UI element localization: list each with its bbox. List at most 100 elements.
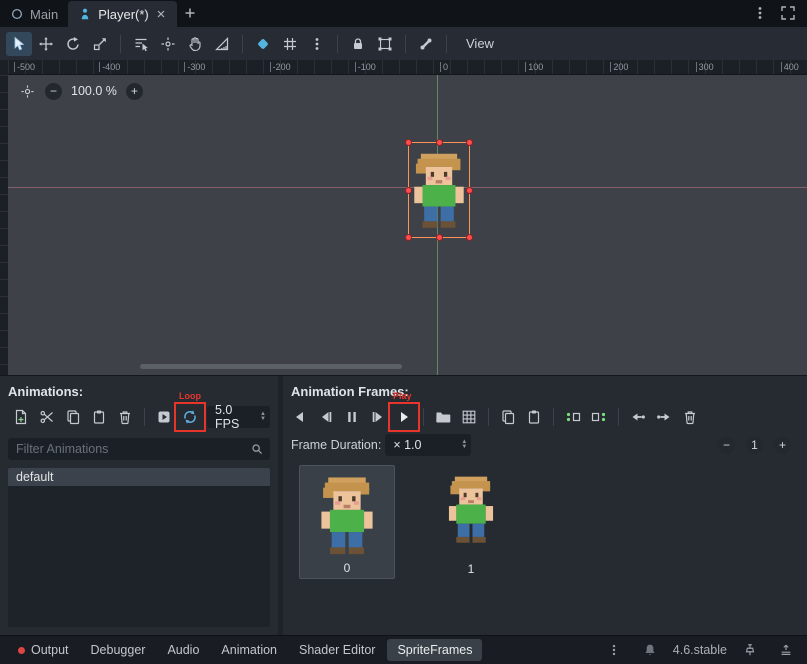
- statusbar-tab-output[interactable]: Output: [8, 639, 79, 661]
- play-from-start-button[interactable]: [365, 405, 391, 429]
- spinner-arrows[interactable]: ▲ ▼: [260, 412, 266, 422]
- ruler-tool-button[interactable]: [209, 32, 235, 56]
- move-frame-left-button[interactable]: [625, 405, 651, 429]
- toolbar-separator: [423, 408, 424, 426]
- tab-main[interactable]: Main: [0, 1, 68, 27]
- cut-animation-button[interactable]: [34, 405, 60, 429]
- spin-down-icon[interactable]: ▼: [260, 417, 266, 422]
- frames-strip: 01: [287, 465, 799, 579]
- annotation-label-play: Play: [393, 391, 412, 401]
- statusbar-tab-animation[interactable]: Animation: [211, 639, 287, 661]
- statusbar-tab-audio[interactable]: Audio: [157, 639, 209, 661]
- tab-player[interactable]: Player(*): [68, 1, 177, 27]
- lock-object-button[interactable]: [345, 32, 371, 56]
- animated-sprite-icon: [78, 7, 92, 21]
- animation-list[interactable]: default: [8, 468, 270, 627]
- play-backwards-button[interactable]: [287, 405, 313, 429]
- frame-duration-value: × 1.0: [393, 438, 421, 452]
- paste-animation-button[interactable]: [86, 405, 112, 429]
- canvas-toolbar: View: [0, 27, 807, 60]
- notifications-bell-icon[interactable]: [637, 638, 663, 662]
- add-frames-from-file-button[interactable]: [430, 405, 456, 429]
- ruler-corner: [0, 60, 8, 75]
- move-frame-right-button[interactable]: [651, 405, 677, 429]
- thumbnail-zoom-reset-button[interactable]: 1: [746, 437, 763, 454]
- thumbnail-zoom-out-button[interactable]: −: [718, 437, 735, 454]
- zoom-out-button[interactable]: −: [45, 83, 62, 100]
- pin-bottom-panel-icon[interactable]: [737, 638, 763, 662]
- filter-animations-input[interactable]: [8, 438, 270, 460]
- copy-animation-button[interactable]: [60, 405, 86, 429]
- close-tab-icon[interactable]: [155, 8, 167, 20]
- frame-duration-spinbox[interactable]: × 1.0 ▲ ▼: [385, 434, 471, 456]
- frame-tile[interactable]: 0: [299, 465, 395, 579]
- skeleton-options-button[interactable]: [413, 32, 439, 56]
- selection-handle[interactable]: [466, 187, 473, 194]
- insert-frame-after-button[interactable]: [586, 405, 612, 429]
- autoplay-on-load-button[interactable]: [151, 405, 177, 429]
- ruler-label: 200: [610, 62, 628, 72]
- viewport-canvas[interactable]: − 100.0 % +: [8, 75, 807, 375]
- search-icon: [250, 442, 264, 456]
- list-select-tool-button[interactable]: [128, 32, 154, 56]
- paste-frame-button[interactable]: [521, 405, 547, 429]
- frame-tile[interactable]: 1: [423, 465, 519, 579]
- expand-bottom-panel-icon[interactable]: [773, 638, 799, 662]
- selection-handle[interactable]: [436, 234, 443, 241]
- insert-frame-before-button[interactable]: [560, 405, 586, 429]
- spinner-arrows[interactable]: ▲ ▼: [461, 440, 467, 450]
- play-button[interactable]: Play: [391, 405, 417, 429]
- statusbar-tab-label: Output: [31, 643, 69, 657]
- pause-button[interactable]: [339, 405, 365, 429]
- loop-button[interactable]: Loop: [177, 405, 203, 429]
- animations-toolbar: Loop 5.0 FPS ▲ ▼: [8, 404, 270, 430]
- smart-snap-toggle[interactable]: [250, 32, 276, 56]
- play-backwards-from-end-button[interactable]: [313, 405, 339, 429]
- thumbnail-zoom-in-button[interactable]: +: [774, 437, 791, 454]
- snap-options-menu[interactable]: [304, 32, 330, 56]
- horizontal-scrollbar[interactable]: [140, 364, 402, 369]
- selection-handle[interactable]: [405, 234, 412, 241]
- view-menu-button[interactable]: View: [454, 36, 506, 51]
- toolbar-separator: [144, 408, 145, 426]
- new-tab-button[interactable]: [177, 1, 203, 25]
- statusbar-tab-debugger[interactable]: Debugger: [81, 639, 156, 661]
- selection-handle[interactable]: [405, 187, 412, 194]
- pan-tool-button[interactable]: [182, 32, 208, 56]
- group-object-button[interactable]: [372, 32, 398, 56]
- add-frames-from-sheet-button[interactable]: [456, 405, 482, 429]
- zoom-level-label[interactable]: 100.0 %: [71, 84, 117, 98]
- horizontal-ruler: -500-400-300-200-1000100200300400: [8, 60, 807, 75]
- distraction-free-icon[interactable]: [775, 1, 801, 25]
- toolbar-separator: [337, 35, 338, 53]
- center-view-icon[interactable]: [18, 82, 36, 100]
- statusbar-tab-spriteframes[interactable]: SpriteFrames: [387, 639, 482, 661]
- animations-title: Animations:: [8, 384, 270, 399]
- selection-handle[interactable]: [466, 139, 473, 146]
- zoom-in-button[interactable]: +: [126, 83, 143, 100]
- grid-snap-toggle[interactable]: [277, 32, 303, 56]
- rotate-tool-button[interactable]: [60, 32, 86, 56]
- bottom-panel-menu-icon[interactable]: [601, 638, 627, 662]
- vertical-ruler: [0, 75, 8, 375]
- ruler-label: -100: [355, 62, 376, 72]
- tab-menu-icon[interactable]: [747, 1, 773, 25]
- fps-spinbox[interactable]: 5.0 FPS ▲ ▼: [207, 406, 270, 428]
- selection-handle[interactable]: [405, 139, 412, 146]
- statusbar-tab-label: Shader Editor: [299, 643, 375, 657]
- animation-list-item[interactable]: default: [8, 468, 270, 486]
- scale-tool-button[interactable]: [87, 32, 113, 56]
- statusbar-tab-shader-editor[interactable]: Shader Editor: [289, 639, 385, 661]
- delete-frame-button[interactable]: [677, 405, 703, 429]
- sprite-selection-box[interactable]: [408, 142, 470, 238]
- copy-frame-button[interactable]: [495, 405, 521, 429]
- selection-handle[interactable]: [466, 234, 473, 241]
- move-tool-button[interactable]: [33, 32, 59, 56]
- pivot-tool-button[interactable]: [155, 32, 181, 56]
- select-tool-button[interactable]: [6, 32, 32, 56]
- spin-down-icon[interactable]: ▼: [461, 445, 467, 450]
- add-animation-button[interactable]: [8, 405, 34, 429]
- delete-animation-button[interactable]: [112, 405, 138, 429]
- selection-handle[interactable]: [436, 139, 443, 146]
- player-sprite-canvas[interactable]: [411, 147, 467, 233]
